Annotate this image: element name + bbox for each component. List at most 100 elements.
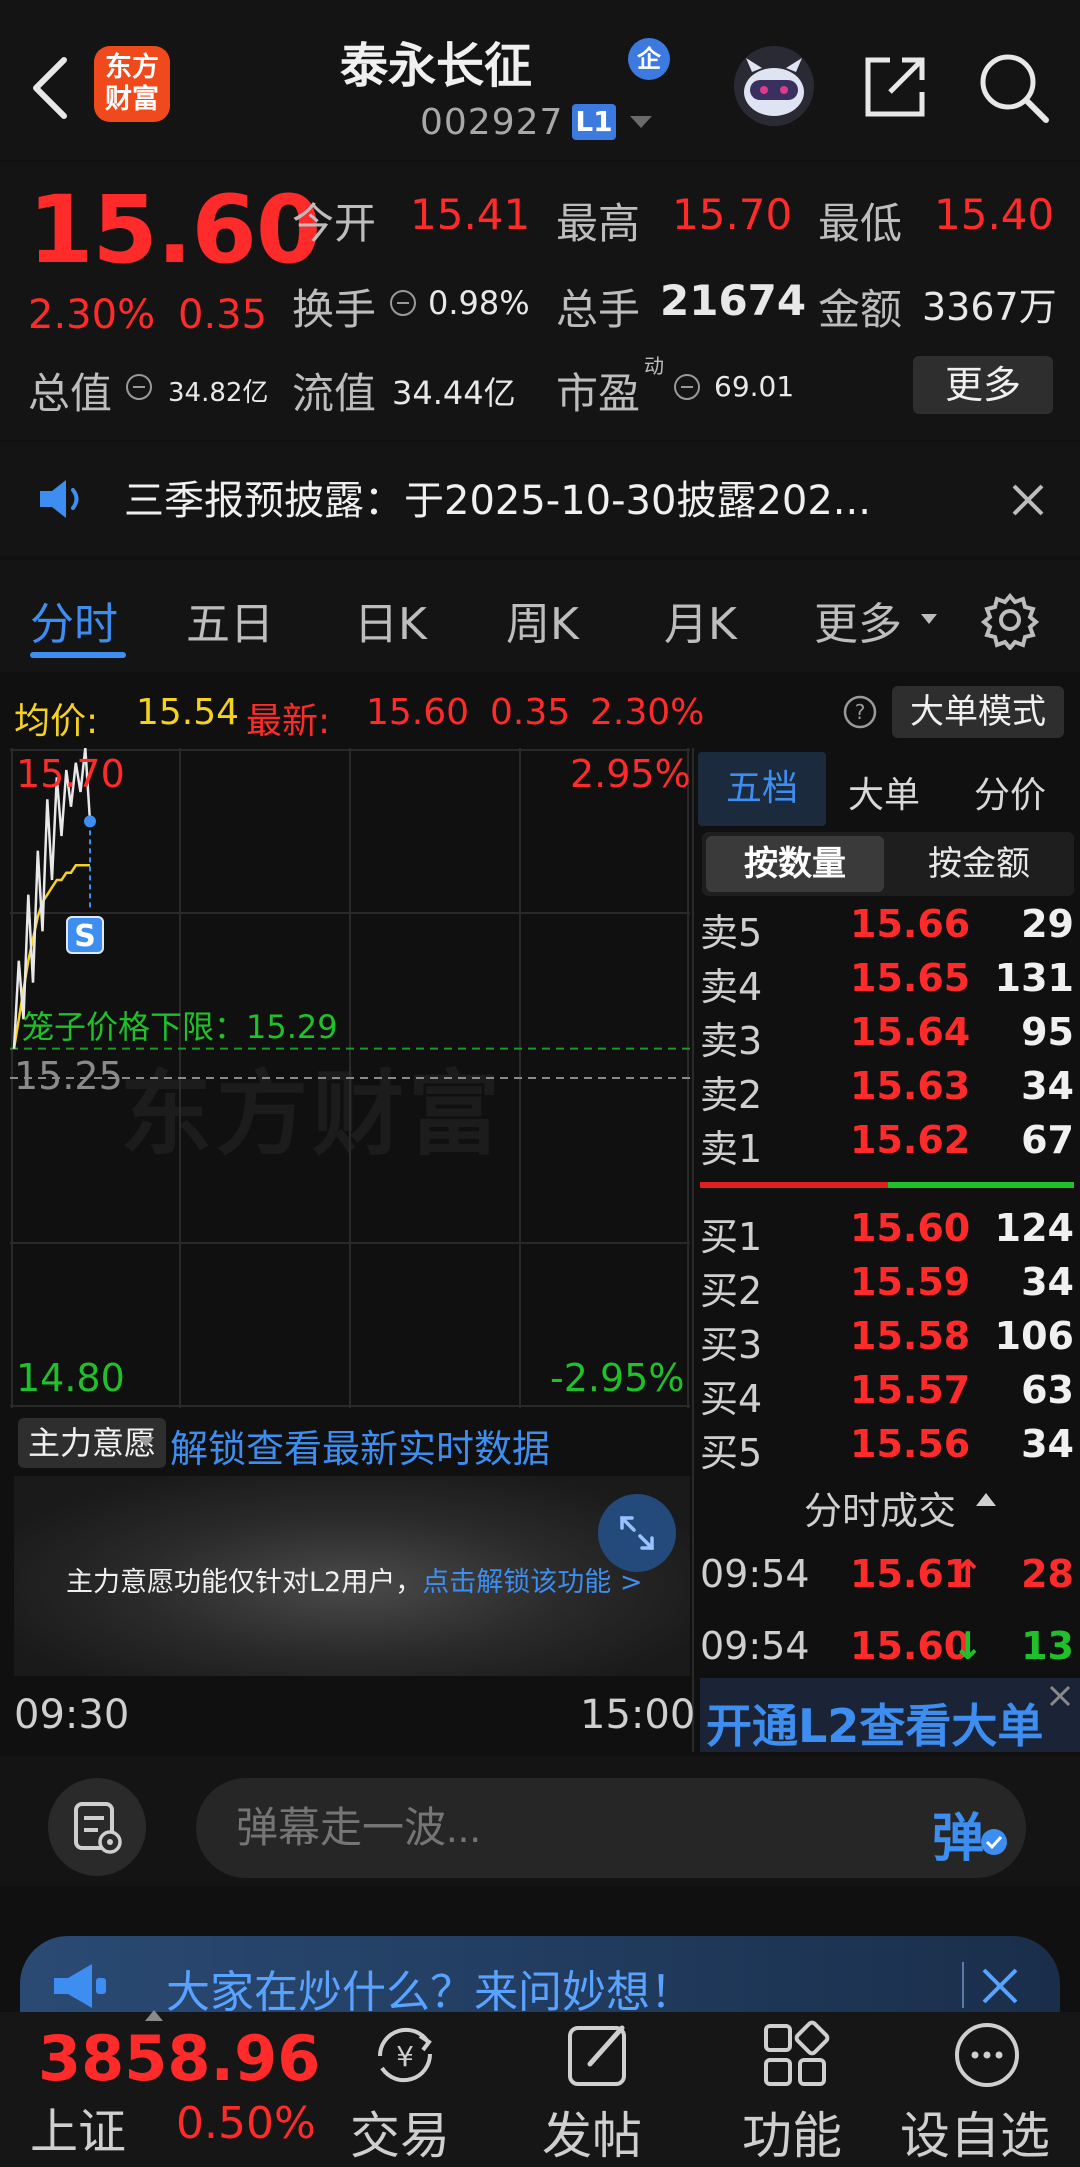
more-dots-icon[interactable] [948, 2016, 1026, 2094]
notes-settings-icon[interactable] [48, 1778, 146, 1876]
level-badge[interactable]: L1 [572, 104, 616, 140]
turnover-label: 换手 [292, 285, 377, 334]
danmaku-input[interactable] [196, 1778, 1026, 1878]
bid-label: 买2 [700, 1269, 763, 1313]
stock-name[interactable]: 泰永长征 [340, 26, 740, 96]
chevron-up-icon [145, 2010, 163, 2021]
stock-code[interactable]: 002927 [420, 102, 563, 143]
reference-price-label: 15.25 [14, 1054, 123, 1098]
change-percent: 2.30% [28, 292, 156, 338]
tab-monthly-k[interactable]: 月K [664, 588, 737, 652]
bid-row-3[interactable]: 买3 15.58 106 [700, 1314, 1074, 1368]
trade-arrow: ↑ [952, 1552, 984, 1596]
notice-text[interactable]: 三季报预披露：于2025-10-30披露202... [124, 468, 944, 526]
latest-price-value: 15.60 [366, 692, 470, 733]
ask-row-5[interactable]: 卖5 15.66 29 [700, 902, 1074, 956]
panel-divider [692, 748, 694, 1752]
bid-label: 买3 [700, 1323, 763, 1367]
danmaku-send-label: 弹 [932, 1809, 985, 1869]
bid-row-5[interactable]: 买5 15.56 34 [700, 1422, 1074, 1476]
tab-weekly-k[interactable]: 周K [506, 588, 579, 652]
bid-volume: 106 [994, 1314, 1074, 1358]
index-name[interactable]: 上证 [30, 2092, 126, 2162]
info-icon[interactable] [124, 372, 154, 402]
more-quote-button[interactable]: 更多 [913, 356, 1053, 414]
ask-label: 卖2 [700, 1073, 763, 1117]
trades-title[interactable]: 分时成交 [804, 1480, 956, 1535]
robot-assistant-icon[interactable] [732, 44, 816, 128]
low-value: 15.40 [934, 190, 1055, 239]
ask-price: 15.65 [850, 956, 971, 1000]
ask-row-3[interactable]: 卖3 15.64 95 [700, 1010, 1074, 1064]
last-price-dot [84, 815, 96, 828]
chevron-up-icon[interactable] [974, 1490, 998, 1508]
gear-icon[interactable] [980, 590, 1040, 650]
nav-trade[interactable]: 交易 [350, 2096, 450, 2167]
bid-row-4[interactable]: 买4 15.57 63 [700, 1368, 1074, 1422]
share-icon[interactable] [858, 50, 932, 124]
unlock-realtime-link[interactable]: 解锁查看最新实时数据 [170, 1418, 550, 1473]
main-force-message: 主力意愿功能仅针对L2用户，点击解锁该功能 > [66, 1560, 642, 1599]
ask-row-2[interactable]: 卖2 15.63 34 [700, 1064, 1074, 1118]
svg-text:?: ? [855, 700, 866, 724]
bid-label: 买5 [700, 1431, 763, 1475]
tab-five-levels[interactable]: 五档 [698, 752, 826, 826]
nav-functions[interactable]: 功能 [742, 2096, 842, 2167]
nav-post[interactable]: 发帖 [542, 2096, 642, 2167]
apps-grid-icon[interactable] [756, 2016, 834, 2094]
danmaku-send-button[interactable]: 弹 [908, 1784, 1018, 1872]
bid-row-1[interactable]: 买1 15.60 124 [700, 1206, 1074, 1260]
trade-time: 09:54 [700, 1624, 810, 1668]
trade-icon[interactable]: ¥ [366, 2016, 444, 2094]
main-force-message-text: 主力意愿功能仅针对L2用户， [66, 1567, 423, 1598]
tab-big-orders[interactable]: 大单 [848, 766, 920, 818]
check-badge-icon [981, 1829, 1007, 1855]
index-value[interactable]: 3858.96 [38, 2022, 320, 2095]
logo-line2: 财富 [105, 84, 159, 115]
bid-row-2[interactable]: 买2 15.59 34 [700, 1260, 1074, 1314]
chart-bottom-price: 14.80 [16, 1356, 125, 1400]
nav-add-watchlist[interactable]: 设自选 [900, 2096, 1050, 2167]
trade-row: 09:54 15.61 ↑ 28 [700, 1552, 1074, 1602]
tab-five-day[interactable]: 五日 [186, 588, 274, 652]
chevron-down-icon[interactable] [628, 112, 654, 132]
amount-value: 3367万 [922, 285, 1057, 329]
pe-value: 69.01 [714, 370, 795, 403]
close-icon[interactable] [1008, 480, 1048, 520]
tab-price-distribution[interactable]: 分价 [974, 766, 1046, 818]
post-edit-icon[interactable] [560, 2016, 638, 2094]
info-icon[interactable] [672, 372, 702, 402]
big-order-mode-button[interactable]: 大单模式 [892, 686, 1064, 738]
volume-value: 21674 [660, 276, 807, 325]
search-icon[interactable] [974, 48, 1052, 126]
by-quantity-button[interactable]: 按数量 [706, 836, 884, 892]
ask-label: 卖1 [700, 1127, 763, 1171]
expand-icon[interactable] [598, 1494, 676, 1572]
ask-volume: 95 [1021, 1010, 1074, 1054]
ask-price: 15.62 [850, 1118, 971, 1162]
avg-price-label: 均价: [14, 701, 99, 742]
sell-marker[interactable]: S [66, 916, 104, 954]
volume-label: 总手 [556, 285, 641, 334]
unlock-feature-link[interactable]: 点击解锁该功能 > [422, 1567, 642, 1598]
l2-upgrade-text[interactable]: 开通L2查看大单 [706, 1690, 1043, 1756]
close-icon[interactable] [1046, 1682, 1074, 1710]
back-arrow-icon[interactable] [22, 48, 82, 128]
open-value: 15.41 [410, 190, 531, 239]
close-icon[interactable] [978, 1964, 1022, 2008]
ask-row-1[interactable]: 卖1 15.62 67 [700, 1118, 1074, 1172]
tab-more[interactable]: 更多 [814, 588, 902, 652]
tab-intraday[interactable]: 分时 [30, 588, 118, 652]
banner-divider [962, 1962, 964, 2008]
bid-volume: 124 [994, 1206, 1074, 1250]
eastmoney-logo[interactable]: 东方 财富 [94, 46, 170, 122]
help-icon[interactable]: ? [842, 694, 878, 730]
tab-daily-k[interactable]: 日K [354, 588, 427, 652]
trade-volume: 28 [1021, 1552, 1074, 1596]
ask-ai-text[interactable]: 大家在炒什么？来问妙想！ [166, 1956, 694, 2020]
info-icon[interactable] [388, 288, 418, 318]
pe-label: 市盈 [556, 369, 641, 418]
by-amount-button[interactable]: 按金额 [888, 836, 1070, 892]
high-value: 15.70 [672, 190, 793, 239]
ask-row-4[interactable]: 卖4 15.65 131 [700, 956, 1074, 1010]
